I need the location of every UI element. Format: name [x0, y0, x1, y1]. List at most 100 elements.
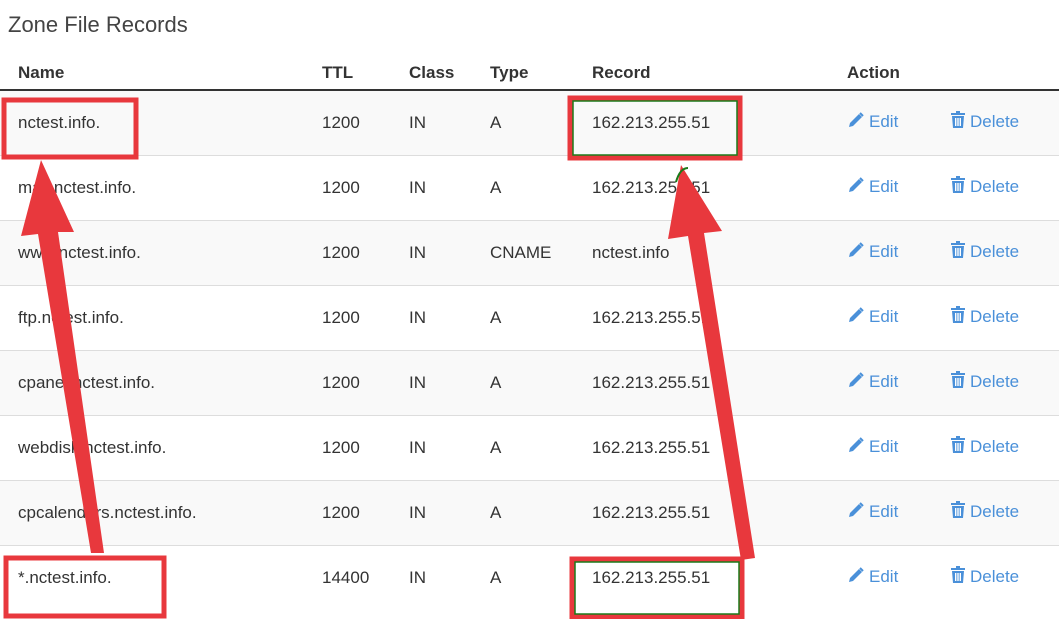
cell-ttl: 1200	[322, 479, 409, 545]
cell-edit: Edit	[847, 349, 950, 415]
edit-button[interactable]: Edit	[847, 372, 898, 391]
delete-label: Delete	[970, 437, 1020, 456]
edit-label: Edit	[869, 242, 899, 261]
edit-label: Edit	[869, 567, 899, 587]
pencil-icon	[847, 436, 865, 459]
delete-button[interactable]: Delete	[950, 566, 1019, 586]
delete-label: Delete	[970, 112, 1020, 132]
edit-label: Edit	[869, 437, 899, 456]
table-row: webdisk.nctest.info. 1200 IN A 162.213.255.5…	[0, 414, 1059, 480]
cell-class: IN	[409, 284, 490, 350]
cell-edit: Edit	[847, 89, 950, 155]
cell-name: ftp.nctest.info.	[0, 284, 322, 350]
delete-button[interactable]: Delete	[950, 501, 1020, 521]
delete-button[interactable]: Delete	[950, 241, 1020, 264]
cell-ttl: 1200	[322, 284, 409, 350]
cell-class: IN	[409, 479, 490, 545]
cell-name: *.nctest.info.	[0, 544, 322, 610]
cell-record: nctest.info	[592, 219, 847, 285]
table-row: ftp.nctest.info. 1200 IN A 162.213.255.51 Edi…	[0, 284, 1059, 350]
zone-records-table: Name TTL Class Type Record Action nctest…	[0, 57, 1059, 610]
delete-label: Delete	[970, 372, 1020, 391]
cell-ttl: 1200	[322, 414, 409, 480]
pencil-icon	[847, 111, 865, 134]
cell-name: webdisk.nctest.info.	[0, 414, 322, 480]
pencil-icon	[847, 306, 865, 329]
cell-edit: Edit	[847, 479, 950, 545]
cell-class: IN	[409, 544, 490, 610]
cell-delete: Delete	[950, 284, 1059, 350]
edit-button[interactable]: Edit	[847, 112, 898, 131]
table-row: nctest.info. 1200 IN A 162.213.255.51 Edit Del…	[0, 89, 1059, 155]
delete-button[interactable]: Delete	[950, 371, 1020, 394]
edit-button[interactable]: Edit	[847, 502, 898, 521]
cell-class: IN	[409, 414, 490, 480]
cell-type: A	[490, 414, 592, 480]
cell-type: A	[490, 544, 592, 610]
trash-icon	[950, 371, 966, 394]
cell-record: 162.213.255.51	[592, 284, 847, 350]
cell-ttl: 1200	[322, 154, 409, 220]
delete-button[interactable]: Delete	[950, 176, 1020, 199]
edit-button[interactable]: Edit	[847, 307, 898, 326]
table-row: cpanel.nctest.info. 1200 IN A 162.213.255.51…	[0, 349, 1059, 415]
cell-record: 162.213.255.51	[592, 544, 847, 610]
cell-record: 162.213.255.51	[592, 154, 847, 220]
cell-name: mail.nctest.info.	[0, 154, 322, 220]
cell-ttl: 1200	[322, 219, 409, 285]
cell-name: cpcalendars.nctest.info.	[0, 479, 322, 545]
cell-record: 162.213.255.51	[592, 479, 847, 545]
cell-edit: Edit	[847, 414, 950, 480]
delete-label: Delete	[970, 177, 1020, 196]
pencil-icon	[847, 501, 865, 524]
delete-button[interactable]: Delete	[950, 111, 1020, 134]
pencil-icon	[847, 371, 865, 394]
edit-label: Edit	[869, 372, 899, 391]
pencil-icon	[847, 566, 865, 589]
trash-icon	[950, 241, 966, 264]
cell-type: A	[490, 89, 592, 155]
page-title: Zone File Records	[8, 12, 188, 37]
cell-name: cpanel.nctest.info.	[0, 349, 322, 415]
edit-label: Edit	[869, 112, 899, 132]
cell-edit: Edit	[847, 284, 950, 350]
pencil-icon	[847, 176, 865, 199]
delete-label: Delete	[970, 242, 1020, 261]
cell-name: nctest.info.	[0, 89, 322, 155]
edit-button[interactable]: Edit	[847, 437, 898, 456]
cell-type: A	[490, 349, 592, 415]
delete-label: Delete	[970, 307, 1020, 326]
cell-type: A	[490, 154, 592, 220]
trash-icon	[950, 176, 966, 199]
table-row: *.nctest.info. 14400 IN A 162.213.255.51 Edit…	[0, 544, 1059, 610]
edit-button[interactable]: Edit	[847, 567, 898, 586]
col-header-action: Action	[847, 57, 1059, 91]
delete-label: Delete	[970, 502, 1020, 521]
pencil-icon	[847, 241, 865, 264]
cell-class: IN	[409, 219, 490, 285]
col-header-class[interactable]: Class	[409, 57, 490, 91]
trash-icon	[950, 111, 966, 134]
cell-class: IN	[409, 89, 490, 155]
cell-delete: Delete	[950, 154, 1059, 220]
cell-ttl: 14400	[322, 544, 409, 610]
cell-delete: Delete	[950, 219, 1059, 285]
col-header-record[interactable]: Record	[592, 57, 847, 91]
cell-delete: Delete	[950, 544, 1059, 610]
col-header-name[interactable]: Name	[0, 57, 322, 91]
edit-button[interactable]: Edit	[847, 242, 898, 261]
col-header-type[interactable]: Type	[490, 57, 592, 91]
cell-record: 162.213.255.51	[592, 414, 847, 480]
edit-label: Edit	[869, 177, 899, 196]
delete-button[interactable]: Delete	[950, 306, 1020, 326]
cell-type: A	[490, 284, 592, 350]
edit-button[interactable]: Edit	[847, 177, 898, 196]
delete-button[interactable]: Delete	[950, 436, 1020, 456]
cell-edit: Edit	[847, 544, 950, 610]
col-header-ttl[interactable]: TTL	[322, 57, 409, 91]
cell-ttl: 1200	[322, 89, 409, 155]
table-header-row: Name TTL Class Type Record Action	[0, 57, 1059, 91]
cell-delete: Delete	[950, 349, 1059, 415]
cell-class: IN	[409, 349, 490, 415]
cell-delete: Delete	[950, 414, 1059, 480]
